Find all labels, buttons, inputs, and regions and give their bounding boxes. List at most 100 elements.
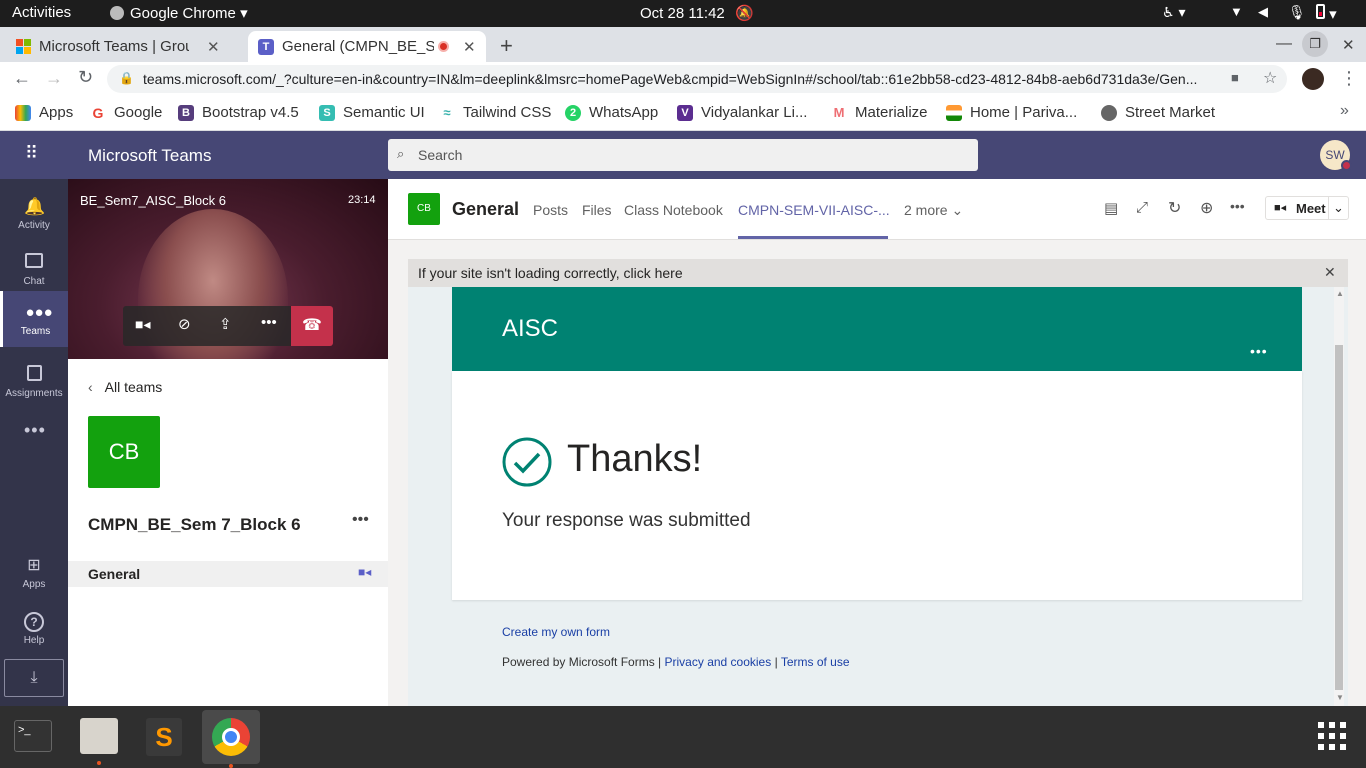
hang-up-icon[interactable]: ☎ (291, 306, 333, 346)
bookmark-label: Home | Pariva... (970, 104, 1078, 121)
restore-button[interactable]: ❐ (1302, 31, 1328, 57)
tab-close-icon[interactable]: ✕ (463, 38, 476, 56)
bookmark-street-market[interactable]: Street Market (1101, 104, 1215, 121)
chrome-menu-icon[interactable]: ⋮ (1340, 68, 1358, 89)
bookmark-google[interactable]: G Google (90, 104, 162, 121)
bookmark-star-icon[interactable]: ☆ (1263, 68, 1277, 88)
browser-tab-general[interactable]: T General (CMPN_BE_Se ✕ (248, 31, 486, 62)
tab-active-form[interactable]: CMPN-SEM-VII-AISC-... (738, 179, 890, 239)
terms-link[interactable]: Terms of use (781, 655, 850, 669)
accessibility-icon[interactable]: ♿ ▾ (1162, 4, 1185, 21)
create-form-link[interactable]: Create my own form (502, 625, 610, 639)
rail-item-more[interactable]: ••• (0, 411, 68, 451)
globe-icon[interactable]: ⊕ (1200, 198, 1213, 218)
address-bar[interactable]: 🔒 teams.microsoft.com/_?culture=en-in&co… (107, 65, 1287, 93)
channel-header: CB General Posts Files Class Notebook CM… (388, 179, 1366, 240)
all-teams-link[interactable]: ‹ All teams (88, 379, 162, 395)
profile-avatar[interactable] (1302, 68, 1324, 90)
scroll-up-icon[interactable]: ▲ (1336, 289, 1344, 298)
mic-muted-icon[interactable]: ⊘ (178, 315, 191, 333)
close-window-button[interactable]: ✕ (1342, 36, 1355, 54)
new-tab-button[interactable]: + (500, 33, 513, 59)
bookmarks-overflow-icon[interactable]: » (1340, 102, 1349, 120)
avatar-initials: SW (1325, 148, 1345, 162)
team-avatar: CB (88, 416, 160, 488)
tab-posts[interactable]: Posts (533, 202, 568, 218)
active-tab-label: CMPN-SEM-VII-AISC-... (738, 202, 890, 218)
minimize-button[interactable]: — (1276, 35, 1292, 53)
terminal-icon[interactable]: >_ (14, 720, 52, 752)
rail-item-help[interactable]: ? Help (0, 600, 68, 656)
rail-item-chat[interactable]: Chat (0, 241, 68, 297)
running-indicator (229, 764, 233, 768)
bookmark-parivahan[interactable]: Home | Pariva... (946, 104, 1077, 121)
browser-toolbar: ← → ↻ 🔒 teams.microsoft.com/_?culture=en… (0, 62, 1366, 96)
volume-icon[interactable]: ◀ (1258, 4, 1268, 20)
files-icon[interactable] (80, 718, 118, 754)
rail-item-assignments[interactable]: Assignments (0, 353, 68, 409)
chat-icon (24, 253, 44, 273)
close-icon[interactable]: ✕ (1324, 264, 1336, 281)
form-more-icon[interactable]: ••• (1250, 343, 1268, 359)
wifi-icon[interactable]: ▼ (1230, 4, 1243, 19)
site-notice-bar[interactable]: If your site isn't loading correctly, cl… (408, 259, 1348, 287)
team-more-icon[interactable]: ••• (352, 511, 369, 529)
battery-icon[interactable]: ▾ (1316, 4, 1337, 23)
expand-icon[interactable]: ⤢ (1136, 199, 1148, 216)
bookmark-semantic-ui[interactable]: S Semantic UI (319, 104, 425, 121)
activities-button[interactable]: Activities (12, 4, 71, 21)
camera-toggle-icon[interactable]: ■◂ (135, 316, 150, 333)
app-launcher-icon[interactable]: ⠿ (25, 143, 39, 164)
clock[interactable]: Oct 28 11:42 🔕 (640, 4, 754, 22)
bookmark-label: WhatsApp (589, 104, 659, 121)
scrollbar[interactable]: ▲ ▼ (1334, 287, 1344, 706)
browser-tab-teams-group[interactable]: Microsoft Teams | Group C ✕ (6, 31, 244, 62)
camera-icon[interactable]: ■ (1231, 70, 1239, 85)
rail-label: Assignments (5, 388, 63, 399)
rail-item-teams[interactable]: ●●● Teams (0, 291, 68, 347)
bookmark-tailwind[interactable]: ≈ Tailwind CSS (439, 104, 551, 121)
privacy-link[interactable]: Privacy and cookies (665, 655, 772, 669)
forward-icon[interactable]: → (45, 68, 63, 89)
more-options-icon[interactable]: ••• (261, 314, 277, 331)
show-applications-icon[interactable] (1318, 722, 1346, 750)
conversation-icon[interactable]: ▤ (1104, 199, 1118, 217)
bookmark-label: Apps (39, 104, 74, 121)
rail-item-activity[interactable]: 🔔 Activity (0, 185, 68, 241)
recording-icon (438, 41, 449, 52)
more-options-icon[interactable]: ••• (1230, 198, 1245, 214)
powered-by-text: Powered by Microsoft Forms | (502, 655, 662, 669)
share-screen-icon[interactable]: ⇪ (219, 315, 232, 333)
chrome-dock-item[interactable] (202, 710, 260, 764)
call-video-preview[interactable]: BE_Sem7_AISC_Block 6 23:14 ■◂ ⊘ ⇪ ••• ☎ (68, 179, 388, 359)
user-avatar[interactable]: SW (1320, 140, 1352, 171)
tab-close-icon[interactable]: ✕ (207, 38, 220, 56)
tab-files[interactable]: Files (582, 202, 612, 218)
search-input[interactable]: ⌕ Search (388, 139, 978, 171)
meet-label: Meet (1296, 201, 1326, 216)
bookmark-vidyalankar[interactable]: V Vidyalankar Li... (677, 104, 807, 121)
scroll-down-icon[interactable]: ▼ (1336, 693, 1344, 702)
refresh-icon[interactable]: ↻ (1168, 198, 1181, 218)
rail-item-apps[interactable]: ⊞ Apps (0, 544, 68, 600)
running-indicator (97, 761, 101, 765)
scrollbar-thumb[interactable] (1335, 345, 1343, 690)
reload-icon[interactable]: ↻ (78, 67, 93, 88)
google-icon: G (90, 104, 106, 121)
meet-button[interactable]: ■◂ Meet ⌄ (1265, 196, 1349, 220)
bookmark-whatsapp[interactable]: 2 WhatsApp (565, 104, 658, 121)
bookmark-apps[interactable]: Apps (15, 104, 73, 121)
download-app-icon[interactable]: ⤓ (4, 659, 64, 697)
bookmark-materialize[interactable]: M Materialize (831, 104, 928, 121)
app-menu[interactable]: Google Chrome ▾ (110, 4, 248, 22)
microphone-icon[interactable]: 🎙 (1288, 4, 1306, 21)
bookmark-bootstrap[interactable]: B Bootstrap v4.5 (178, 104, 299, 121)
tab-more[interactable]: 2 more ⌄ (904, 202, 963, 219)
chevron-down-icon[interactable]: ⌄ (1328, 197, 1348, 219)
channel-item-general[interactable]: General ■◂ (68, 561, 388, 587)
back-icon[interactable]: ← (13, 68, 31, 89)
india-flag-icon (946, 104, 962, 121)
notice-text: If your site isn't loading correctly, cl… (418, 265, 683, 281)
sublime-text-icon[interactable]: S (146, 718, 182, 756)
tab-class-notebook[interactable]: Class Notebook (624, 202, 723, 218)
